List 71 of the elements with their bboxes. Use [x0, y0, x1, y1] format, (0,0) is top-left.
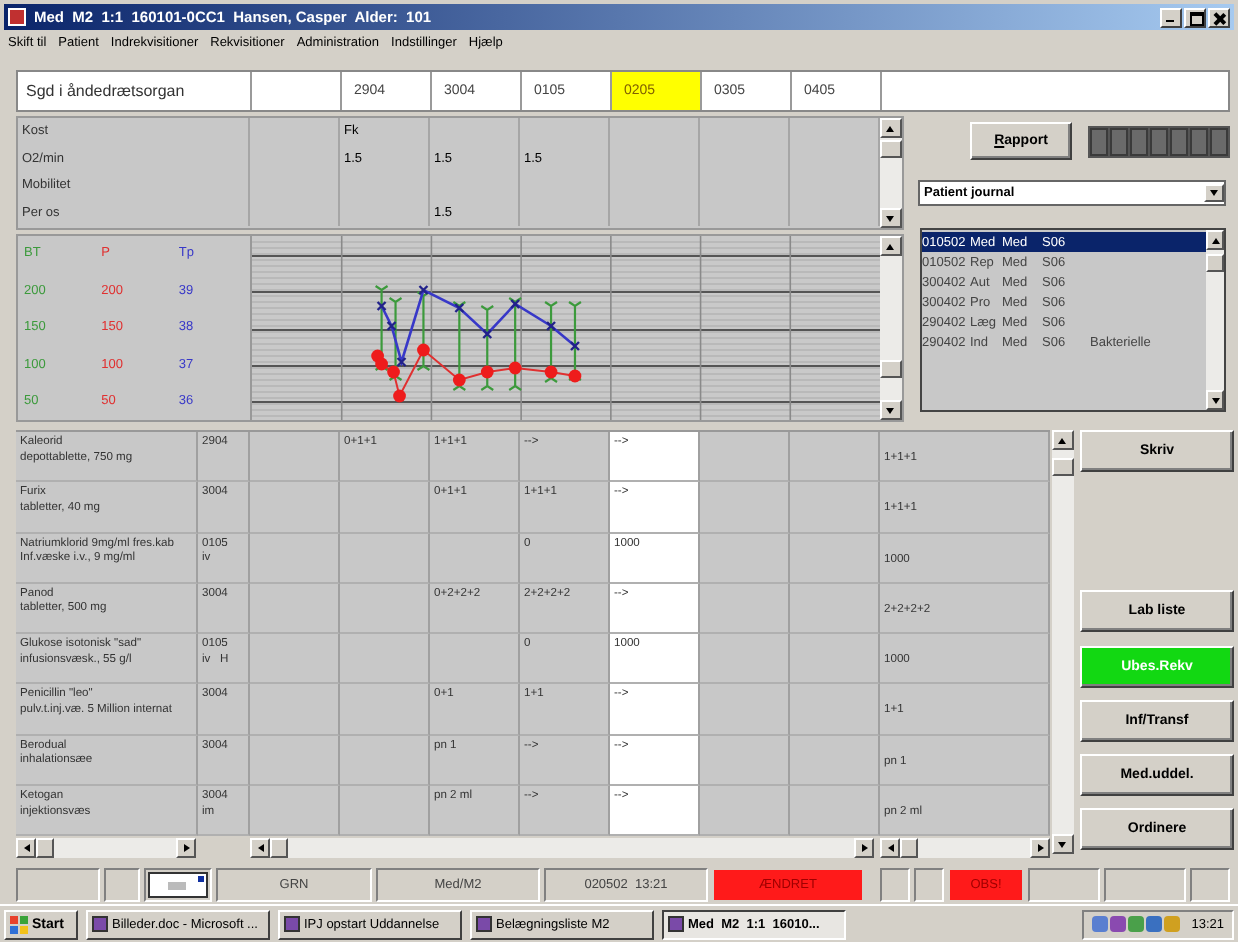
table-cell: [340, 786, 430, 837]
table-cell: [700, 533, 790, 584]
indicator-strip: [1088, 125, 1230, 157]
temperature-point: [569, 340, 581, 352]
table-cell: [340, 533, 430, 584]
table-cell: [790, 533, 880, 584]
table-cell: [430, 634, 520, 685]
vertical-scrollbar[interactable]: [1206, 230, 1224, 410]
status-panel: [914, 868, 944, 903]
maximize-button[interactable]: [1184, 7, 1206, 27]
pulse-point: [417, 343, 430, 357]
pulse-point: [508, 361, 522, 375]
vertical-scrollbar[interactable]: [880, 236, 902, 420]
status-panel: [1028, 868, 1100, 903]
table-cell: [790, 482, 880, 534]
table-cell: [790, 786, 880, 837]
temperature-point: [418, 284, 429, 296]
table-cell: [340, 634, 430, 685]
temperature-point: [509, 298, 521, 310]
temperature-point: [376, 300, 387, 312]
window-icon: [476, 916, 492, 932]
horizontal-scrollbar[interactable]: [16, 838, 196, 859]
table-cell: [340, 684, 430, 736]
pulse-point: [544, 365, 558, 379]
status-panel: [1104, 868, 1186, 903]
table-cell: [700, 735, 790, 787]
table-cell: [790, 583, 880, 635]
close-button[interactable]: [1208, 7, 1230, 27]
table-cell: [790, 684, 880, 736]
minimize-button[interactable]: [1160, 7, 1182, 27]
app-icon: [8, 8, 26, 26]
horizontal-scrollbar[interactable]: [250, 838, 874, 859]
window-icon: [668, 916, 684, 932]
pulse-point: [393, 389, 406, 403]
blood-pressure-bar: [567, 300, 583, 382]
status-panel: [880, 868, 910, 903]
tray-icons: [1091, 916, 1180, 932]
temperature-point: [545, 320, 557, 332]
blood-pressure-bar: [508, 296, 523, 392]
blood-pressure-bar: [452, 300, 467, 392]
table-cell: [700, 583, 790, 635]
table-cell: [790, 634, 880, 685]
table-cell: [340, 735, 430, 787]
table-cell: [340, 482, 430, 534]
table-cell: [430, 533, 520, 584]
temperature-point: [482, 328, 493, 340]
temperature-point: [454, 302, 465, 314]
windows-flag-icon: [10, 915, 28, 933]
status-panel: [1190, 868, 1230, 903]
column-header: Sgd i åndedrætsorgan: [18, 72, 252, 110]
blood-pressure-bar: [416, 290, 431, 372]
window-icon: [284, 916, 300, 932]
table-cell: [790, 735, 880, 787]
vertical-scrollbar[interactable]: [1052, 430, 1074, 854]
pulse-point: [452, 373, 466, 387]
table-cell: [340, 583, 430, 635]
temperature-point: [396, 356, 407, 368]
pulse-point: [480, 365, 494, 379]
table-cell: [700, 482, 790, 534]
status-panel: [104, 868, 140, 903]
vertical-scrollbar[interactable]: [880, 118, 902, 228]
temperature-point: [386, 320, 397, 332]
horizontal-scrollbar[interactable]: [880, 838, 1050, 859]
window-icon: [92, 916, 108, 932]
table-cell: [700, 634, 790, 685]
pulse-point: [568, 369, 582, 383]
table-cell: [700, 684, 790, 736]
blood-pressure-bar: [543, 300, 559, 384]
blood-pressure-bar: [480, 304, 495, 392]
table-cell: [700, 786, 790, 837]
status-panel: [16, 868, 100, 903]
